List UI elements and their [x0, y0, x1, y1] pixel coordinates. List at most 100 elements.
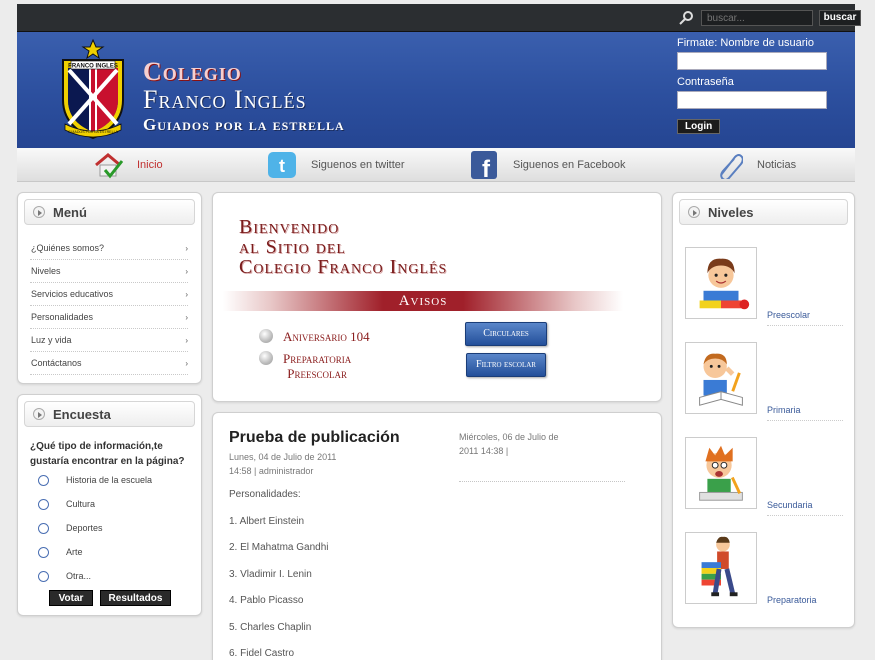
radio-button[interactable] — [38, 498, 49, 510]
login-form: Firmate: Nombre de usuario Contraseña Lo… — [677, 37, 847, 134]
vote-button[interactable]: Votar — [49, 590, 93, 606]
aviso-label: Preparatoria Preescolar — [283, 351, 351, 381]
poll-option[interactable]: Deportes — [38, 520, 103, 536]
avisos-banner: Avisos — [223, 291, 623, 311]
crest-motto-text: GUIADOS POR LA ESTRELLA — [68, 130, 119, 134]
nav-label-twitter: Siguenos en twitter — [311, 159, 405, 171]
secundaria-image[interactable] — [685, 437, 757, 509]
menu-item-label: Servicios educativos — [31, 289, 114, 299]
nivel-label[interactable]: Primaria — [767, 405, 801, 415]
filtro-escolar-button[interactable]: Filtro escolar — [466, 353, 546, 377]
menu-item-quienes-somos[interactable]: ¿Quiénes somos? › — [30, 237, 188, 260]
arrow-bullet-icon — [33, 206, 45, 218]
menu-title: Menú — [53, 204, 87, 220]
primaria-image[interactable] — [685, 342, 757, 414]
brand-line-1: Colegio — [143, 57, 242, 86]
aviso-preparatoria-preescolar[interactable]: Preparatoria Preescolar — [259, 351, 351, 381]
password-label: Contraseña — [677, 76, 734, 88]
article-list-item: 1. Albert Einstein — [229, 515, 305, 527]
article-title[interactable]: Prueba de publicación — [229, 429, 400, 447]
results-button[interactable]: Resultados — [100, 590, 171, 606]
svg-text:t: t — [279, 156, 285, 176]
brand-line-2: Franco Inglés — [143, 85, 307, 114]
nivel-label[interactable]: Preparatoria — [767, 595, 817, 605]
nav-item-inicio[interactable]: Inicio — [93, 148, 163, 182]
menu-item-label: Luz y vida — [31, 335, 72, 345]
menu-item-label: Niveles — [31, 266, 61, 276]
facebook-icon: f — [471, 151, 497, 179]
login-button[interactable]: Login — [677, 119, 721, 134]
radio-button[interactable] — [38, 570, 49, 582]
nav-label-facebook: Siguenos en Facebook — [513, 159, 626, 171]
nav-label-noticias: Noticias — [757, 159, 797, 171]
menu-panel-header: Menú — [24, 199, 195, 225]
arrow-bullet-icon — [33, 408, 45, 420]
menu-item-servicios[interactable]: Servicios educativos › — [30, 283, 188, 306]
poll-option[interactable]: Arte — [38, 544, 83, 560]
divider — [767, 420, 843, 421]
brand-line-3: Guiados por la estrella — [143, 115, 345, 134]
username-field[interactable] — [677, 52, 827, 70]
nivel-label[interactable]: Secundaria — [767, 500, 813, 510]
nav-label-inicio: Inicio — [137, 159, 163, 171]
menu-item-contactanos[interactable]: Contáctanos › — [30, 352, 188, 375]
niveles-title: Niveles — [708, 204, 754, 220]
menu-item-label: Contáctanos — [31, 358, 82, 368]
article-list-item: 2. El Mahatma Gandhi — [229, 542, 329, 553]
search-icon[interactable] — [678, 10, 694, 26]
paperclip-icon — [720, 154, 743, 179]
search-button[interactable]: buscar — [819, 10, 861, 26]
bullet-icon — [259, 351, 273, 365]
aviso-aniversario[interactable]: Aniversario 104 — [259, 329, 370, 344]
nav-item-noticias[interactable]: Noticias — [713, 148, 796, 182]
poll-option-label: Arte — [66, 547, 83, 557]
bullet-icon — [259, 329, 273, 343]
article-list-item: 4. Pablo Picasso — [229, 595, 304, 606]
chevron-right-icon: › — [185, 289, 188, 299]
chevron-right-icon: › — [185, 335, 188, 345]
menu-item-personalidades[interactable]: Personalidades › — [30, 306, 188, 329]
poll-option[interactable]: Historia de la escuela — [38, 472, 152, 488]
poll-option[interactable]: Otra... — [38, 568, 91, 584]
top-bar: buscar — [17, 4, 861, 32]
radio-button[interactable] — [38, 546, 49, 558]
aviso-line-1: Preparatoria — [283, 351, 352, 366]
menu-item-luz-y-vida[interactable]: Luz y vida › — [30, 329, 188, 352]
article-side-time: 2011 14:38 | — [459, 446, 509, 456]
menu-item-label: Personalidades — [31, 312, 94, 322]
nivel-primaria[interactable]: Primaria — [685, 342, 845, 430]
site-header: FRANCO INGLES GUIADOS POR LA ESTRELLA Co… — [17, 32, 855, 148]
nivel-label[interactable]: Preescolar — [767, 310, 810, 320]
nav-item-twitter[interactable]: t Siguenos en twitter — [267, 148, 405, 182]
niveles-panel: Niveles Preescolar Primaria Secundaria P… — [672, 192, 855, 628]
nivel-secundaria[interactable]: Secundaria — [685, 437, 845, 525]
menu-list: ¿Quiénes somos? › Niveles › Servicios educ… — [30, 237, 188, 375]
poll-question: ¿Qué tipo de información,te gustaría enc… — [30, 441, 185, 467]
poll-panel: Encuesta ¿Qué tipo de información,te gus… — [17, 394, 202, 616]
divider — [767, 515, 843, 516]
preparatoria-image[interactable] — [685, 532, 757, 604]
article-body: Personalidades: 1. Albert Einstein 2. El… — [229, 489, 439, 660]
aviso-line-2: Preescolar — [287, 366, 347, 381]
search-input[interactable] — [701, 10, 813, 26]
home-check-icon — [95, 153, 123, 179]
menu-item-niveles[interactable]: Niveles › — [30, 260, 188, 283]
password-field[interactable] — [677, 91, 827, 109]
circulares-button[interactable]: Circulares — [465, 322, 547, 346]
nivel-preescolar[interactable]: Preescolar — [685, 247, 845, 335]
nivel-preparatoria[interactable]: Preparatoria — [685, 532, 845, 620]
article-side-date: Miércoles, 06 de Julio de — [459, 432, 559, 442]
poll-option[interactable]: Cultura — [38, 496, 95, 512]
divider — [767, 325, 843, 326]
article-intro: Personalidades: — [229, 489, 301, 500]
poll-panel-header: Encuesta — [24, 401, 195, 427]
preescolar-image[interactable] — [685, 247, 757, 319]
radio-button[interactable] — [38, 474, 49, 486]
crest-name-text: FRANCO INGLES — [68, 64, 118, 70]
school-crest-logo[interactable]: FRANCO INGLES GUIADOS POR LA ESTRELLA — [55, 38, 131, 142]
radio-button[interactable] — [38, 522, 49, 534]
poll-title: Encuesta — [53, 406, 111, 422]
nav-item-facebook[interactable]: f Siguenos en Facebook — [469, 148, 626, 182]
arrow-bullet-icon — [688, 206, 700, 218]
menu-panel: Menú ¿Quiénes somos? › Niveles › Servicios… — [17, 192, 202, 384]
